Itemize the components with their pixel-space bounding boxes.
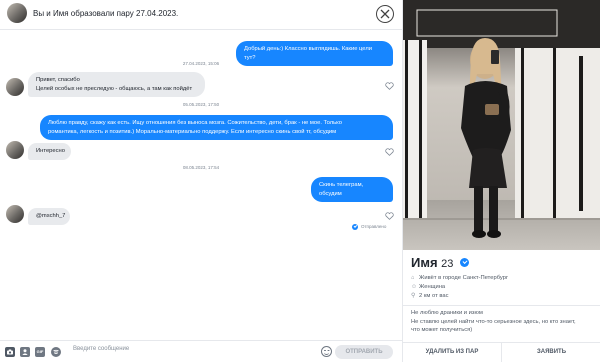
message-avatar[interactable] (6, 205, 24, 223)
profile-bio: Не люблю драники и изюм Не ставлю целей … (411, 309, 595, 335)
message-line: романтика, легкость и позитив.) Морально… (48, 128, 337, 135)
message-incoming: Интересно (28, 143, 71, 160)
message-timestamp: 27.04.2023, 15:06 (182, 61, 220, 66)
message-avatar[interactable] (6, 141, 24, 159)
profile-fact-text: Женщина (419, 284, 446, 290)
profile-photo[interactable] (403, 0, 600, 250)
message-incoming: @mschh_7 (28, 208, 70, 225)
heart-icon[interactable] (385, 82, 394, 90)
camera-icon[interactable] (5, 347, 15, 357)
person-icon: ☺ (411, 284, 417, 290)
match-title: Вы и Имя образовали пару 27.04.2023. (33, 9, 179, 18)
message-list[interactable]: Добрый день:) Классно выглядишь. Какие ц… (0, 30, 402, 340)
profile-panel: Имя 23 ⌂ Живёт в городе Санкт-Петербург ☺… (402, 0, 600, 362)
close-button[interactable] (376, 5, 394, 23)
message-timestamp: 05.05.2023, 17:50 (182, 102, 220, 107)
verified-badge-icon (460, 258, 470, 268)
profile-fact-text: 2 км от вас (419, 293, 449, 299)
heart-icon[interactable] (385, 148, 394, 156)
profile-fact-distance: ⚲ 2 км от вас (411, 293, 448, 299)
profile-photo-illustration (403, 0, 600, 250)
location-icon: ⚲ (411, 293, 416, 299)
profile-age: 23 (441, 258, 454, 270)
chat-header: Вы и Имя образовали пару 27.04.2023. (0, 0, 402, 30)
message-line: Целей особых не преследую - общаюсь, а т… (36, 85, 193, 92)
message-outgoing: Люблю правду, скажу как есть. Ищу отноше… (40, 115, 393, 140)
house-icon: ⌂ (411, 275, 415, 281)
delivery-status-text: Отправлено (361, 224, 387, 230)
message-line: Люблю правду, скажу как есть. Ищу отноше… (48, 120, 342, 126)
message-outgoing: Скинь телеграм, обсудим (311, 177, 393, 202)
profile-name-text: Имя (411, 255, 438, 270)
profile-fact-city: ⌂ Живёт в городе Санкт-Петербург (411, 275, 508, 281)
emoji-icon[interactable] (321, 346, 332, 357)
bio-line: Не ставлю целей найти что-то серьезное з… (411, 318, 576, 325)
close-icon (380, 9, 390, 19)
profile-fact-text: Живёт в городе Санкт-Петербург (419, 275, 509, 281)
bio-line: Не люблю драники и изюм (411, 310, 483, 316)
message-input[interactable]: Введите сообщение (73, 346, 273, 352)
profile-name: Имя 23 (411, 255, 470, 270)
heart-icon[interactable] (385, 212, 394, 220)
contact-card-icon[interactable] (20, 347, 30, 357)
report-button[interactable]: ЗАЯВИТЬ (502, 342, 600, 362)
message-incoming: Привет, спасибо Целей особых не преследу… (28, 72, 205, 97)
message-timestamp: 08.05.2023, 17:54 (182, 165, 220, 170)
delivery-status: Отправлено (352, 224, 386, 230)
music-icon[interactable] (51, 347, 61, 357)
gif-button[interactable]: GIF (35, 347, 45, 357)
bio-line: что может получиться) (411, 327, 473, 333)
send-button[interactable]: ОТПРАВИТЬ (335, 345, 393, 359)
divider (403, 305, 600, 306)
sent-check-icon (352, 224, 358, 230)
chat-panel: Вы и Имя образовали пару 27.04.2023. Доб… (0, 0, 402, 362)
match-avatar[interactable] (7, 3, 27, 23)
profile-fact-gender: ☺ Женщина (411, 284, 445, 290)
message-avatar[interactable] (6, 78, 24, 96)
message-composer: GIF Введите сообщение ОТПРАВИТЬ (0, 340, 402, 362)
message-line: Привет, спасибо (36, 77, 80, 83)
unmatch-button[interactable]: УДАЛИТЬ ИЗ ПАР (403, 342, 502, 362)
